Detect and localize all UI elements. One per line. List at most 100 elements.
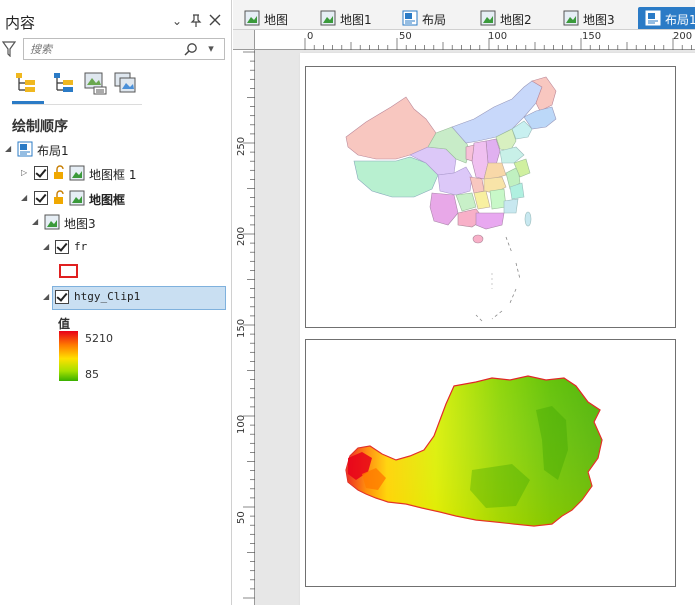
unlock-icon[interactable] <box>52 190 68 206</box>
province <box>475 212 505 230</box>
arcgis-pro-window: 内容 ⌄ ▾ <box>0 0 695 605</box>
pane-menu-icon[interactable]: ⌄ <box>170 14 184 28</box>
ruler-ticks <box>304 38 692 50</box>
tab-label: 布局1 <box>665 13 695 27</box>
tab-layout1[interactable]: 布局1 <box>638 7 695 29</box>
tree-item-layout[interactable]: ◢ 布局1 <box>0 139 232 161</box>
ruler-label: 100 <box>488 31 508 42</box>
raster-map <box>345 375 603 527</box>
visibility-checkbox[interactable] <box>55 240 69 254</box>
toolbar-divider <box>12 104 142 105</box>
unlock-icon[interactable] <box>52 165 68 181</box>
tree-item-fr[interactable]: ◢ fr <box>0 237 232 259</box>
province <box>429 192 459 226</box>
tab-layout[interactable]: 布局 <box>395 7 467 29</box>
contents-pane: 内容 ⌄ ▾ <box>0 0 232 605</box>
province <box>483 162 507 180</box>
tree-item-label: 布局1 <box>37 144 69 158</box>
visibility-checkbox[interactable] <box>34 191 48 205</box>
layout-view[interactable]: 0 50 100 150 200 250 200 150 100 50 0 <box>233 30 695 605</box>
tab-label: 地图1 <box>340 13 372 27</box>
tree-item-map-frame[interactable]: ◢ 地图框 <box>0 188 232 210</box>
province <box>473 190 491 210</box>
tab-label: 地图3 <box>583 13 615 27</box>
filter-row: ▾ <box>0 38 232 62</box>
ruler-label: 100 <box>236 414 247 434</box>
collapse-icon[interactable]: ◢ <box>21 193 31 203</box>
map-frame-1[interactable] <box>305 66 676 328</box>
ruler-label: 0 <box>307 31 314 42</box>
ruler-label: 50 <box>236 511 247 524</box>
province <box>524 211 532 227</box>
search-options-icon[interactable]: ▾ <box>204 41 218 57</box>
drawing-order-view-button[interactable] <box>12 70 44 104</box>
legend-title: 值 <box>58 317 71 331</box>
tab-label: 布局 <box>422 13 447 27</box>
tree-item-label: fr <box>74 240 88 253</box>
nine-dash-line <box>475 236 521 322</box>
selection-view-button[interactable] <box>50 70 78 100</box>
map-icon <box>480 10 496 26</box>
ruler-label: 50 <box>399 31 412 42</box>
tree-item-label: htgy_Clip1 <box>74 290 141 303</box>
ruler-label: 200 <box>236 226 247 246</box>
map-icon <box>44 214 60 230</box>
legend-min-value: 85 <box>85 368 99 381</box>
fr-symbol-swatch[interactable] <box>59 264 78 278</box>
ruler-label: 250 <box>236 136 247 156</box>
color-ramp-swatch[interactable] <box>59 331 78 381</box>
layout-icon <box>645 10 661 26</box>
china-province-map <box>345 76 557 322</box>
filter-icon[interactable] <box>1 41 17 58</box>
editing-view-button[interactable] <box>82 70 110 100</box>
search-icon[interactable] <box>184 42 198 56</box>
contents-pane-header: 内容 ⌄ <box>0 0 232 34</box>
layout-icon <box>17 141 33 157</box>
ruler-label: 150 <box>582 31 602 42</box>
expand-icon[interactable]: ▷ <box>21 168 31 178</box>
ruler-corner <box>233 30 255 50</box>
legend-max-value: 5210 <box>85 332 113 345</box>
tree-item-map3[interactable]: ◢ 地图3 <box>0 212 232 234</box>
layout-page[interactable] <box>300 53 695 605</box>
tab-map1[interactable]: 地图1 <box>313 7 389 29</box>
drawing-order-heading: 绘制顺序 <box>12 119 68 135</box>
province <box>472 234 484 244</box>
pin-icon[interactable] <box>189 14 203 28</box>
collapse-icon[interactable]: ◢ <box>32 217 42 227</box>
horizontal-ruler[interactable]: 0 50 100 150 200 <box>255 30 695 50</box>
tree-item-label: 地图框 1 <box>89 168 137 182</box>
search-box: ▾ <box>23 38 225 60</box>
tab-map[interactable]: 地图 <box>237 7 305 29</box>
vertical-ruler[interactable]: 250 200 150 100 50 0 <box>233 50 255 605</box>
collapse-icon[interactable]: ◢ <box>5 144 15 154</box>
tab-label: 地图2 <box>500 13 532 27</box>
close-icon[interactable] <box>208 14 222 28</box>
tab-map3[interactable]: 地图3 <box>556 7 632 29</box>
map-icon <box>563 10 579 26</box>
province <box>469 176 485 194</box>
map-icon <box>244 10 260 26</box>
tree-item-map-frame-1[interactable]: ▷ 地图框 1 <box>0 163 232 185</box>
map-icon <box>320 10 336 26</box>
ruler-label: 200 <box>673 31 693 42</box>
map-frame-2[interactable] <box>305 339 676 587</box>
visibility-checkbox[interactable] <box>55 290 69 304</box>
view-tab-bar: 地图 地图1 布局 地图2 地图3 布局1 <box>233 0 695 30</box>
tab-map2[interactable]: 地图2 <box>473 7 549 29</box>
map-frame-icon <box>69 190 85 206</box>
contents-view-toolbar <box>12 70 142 106</box>
province <box>503 198 519 214</box>
visibility-checkbox[interactable] <box>34 166 48 180</box>
snapping-view-button[interactable] <box>112 70 140 100</box>
tree-item-raster-layer[interactable]: ◢ htgy_Clip1 <box>0 287 232 309</box>
collapse-icon[interactable]: ◢ <box>43 242 53 252</box>
search-input[interactable] <box>24 39 194 59</box>
collapse-icon[interactable]: ◢ <box>43 292 53 302</box>
tree-item-label: 地图框 <box>89 193 126 207</box>
province <box>455 192 477 212</box>
tab-label: 地图 <box>264 13 289 27</box>
pane-title: 内容 <box>5 14 36 32</box>
ruler-label: 150 <box>236 318 247 338</box>
layout-icon <box>402 10 418 26</box>
